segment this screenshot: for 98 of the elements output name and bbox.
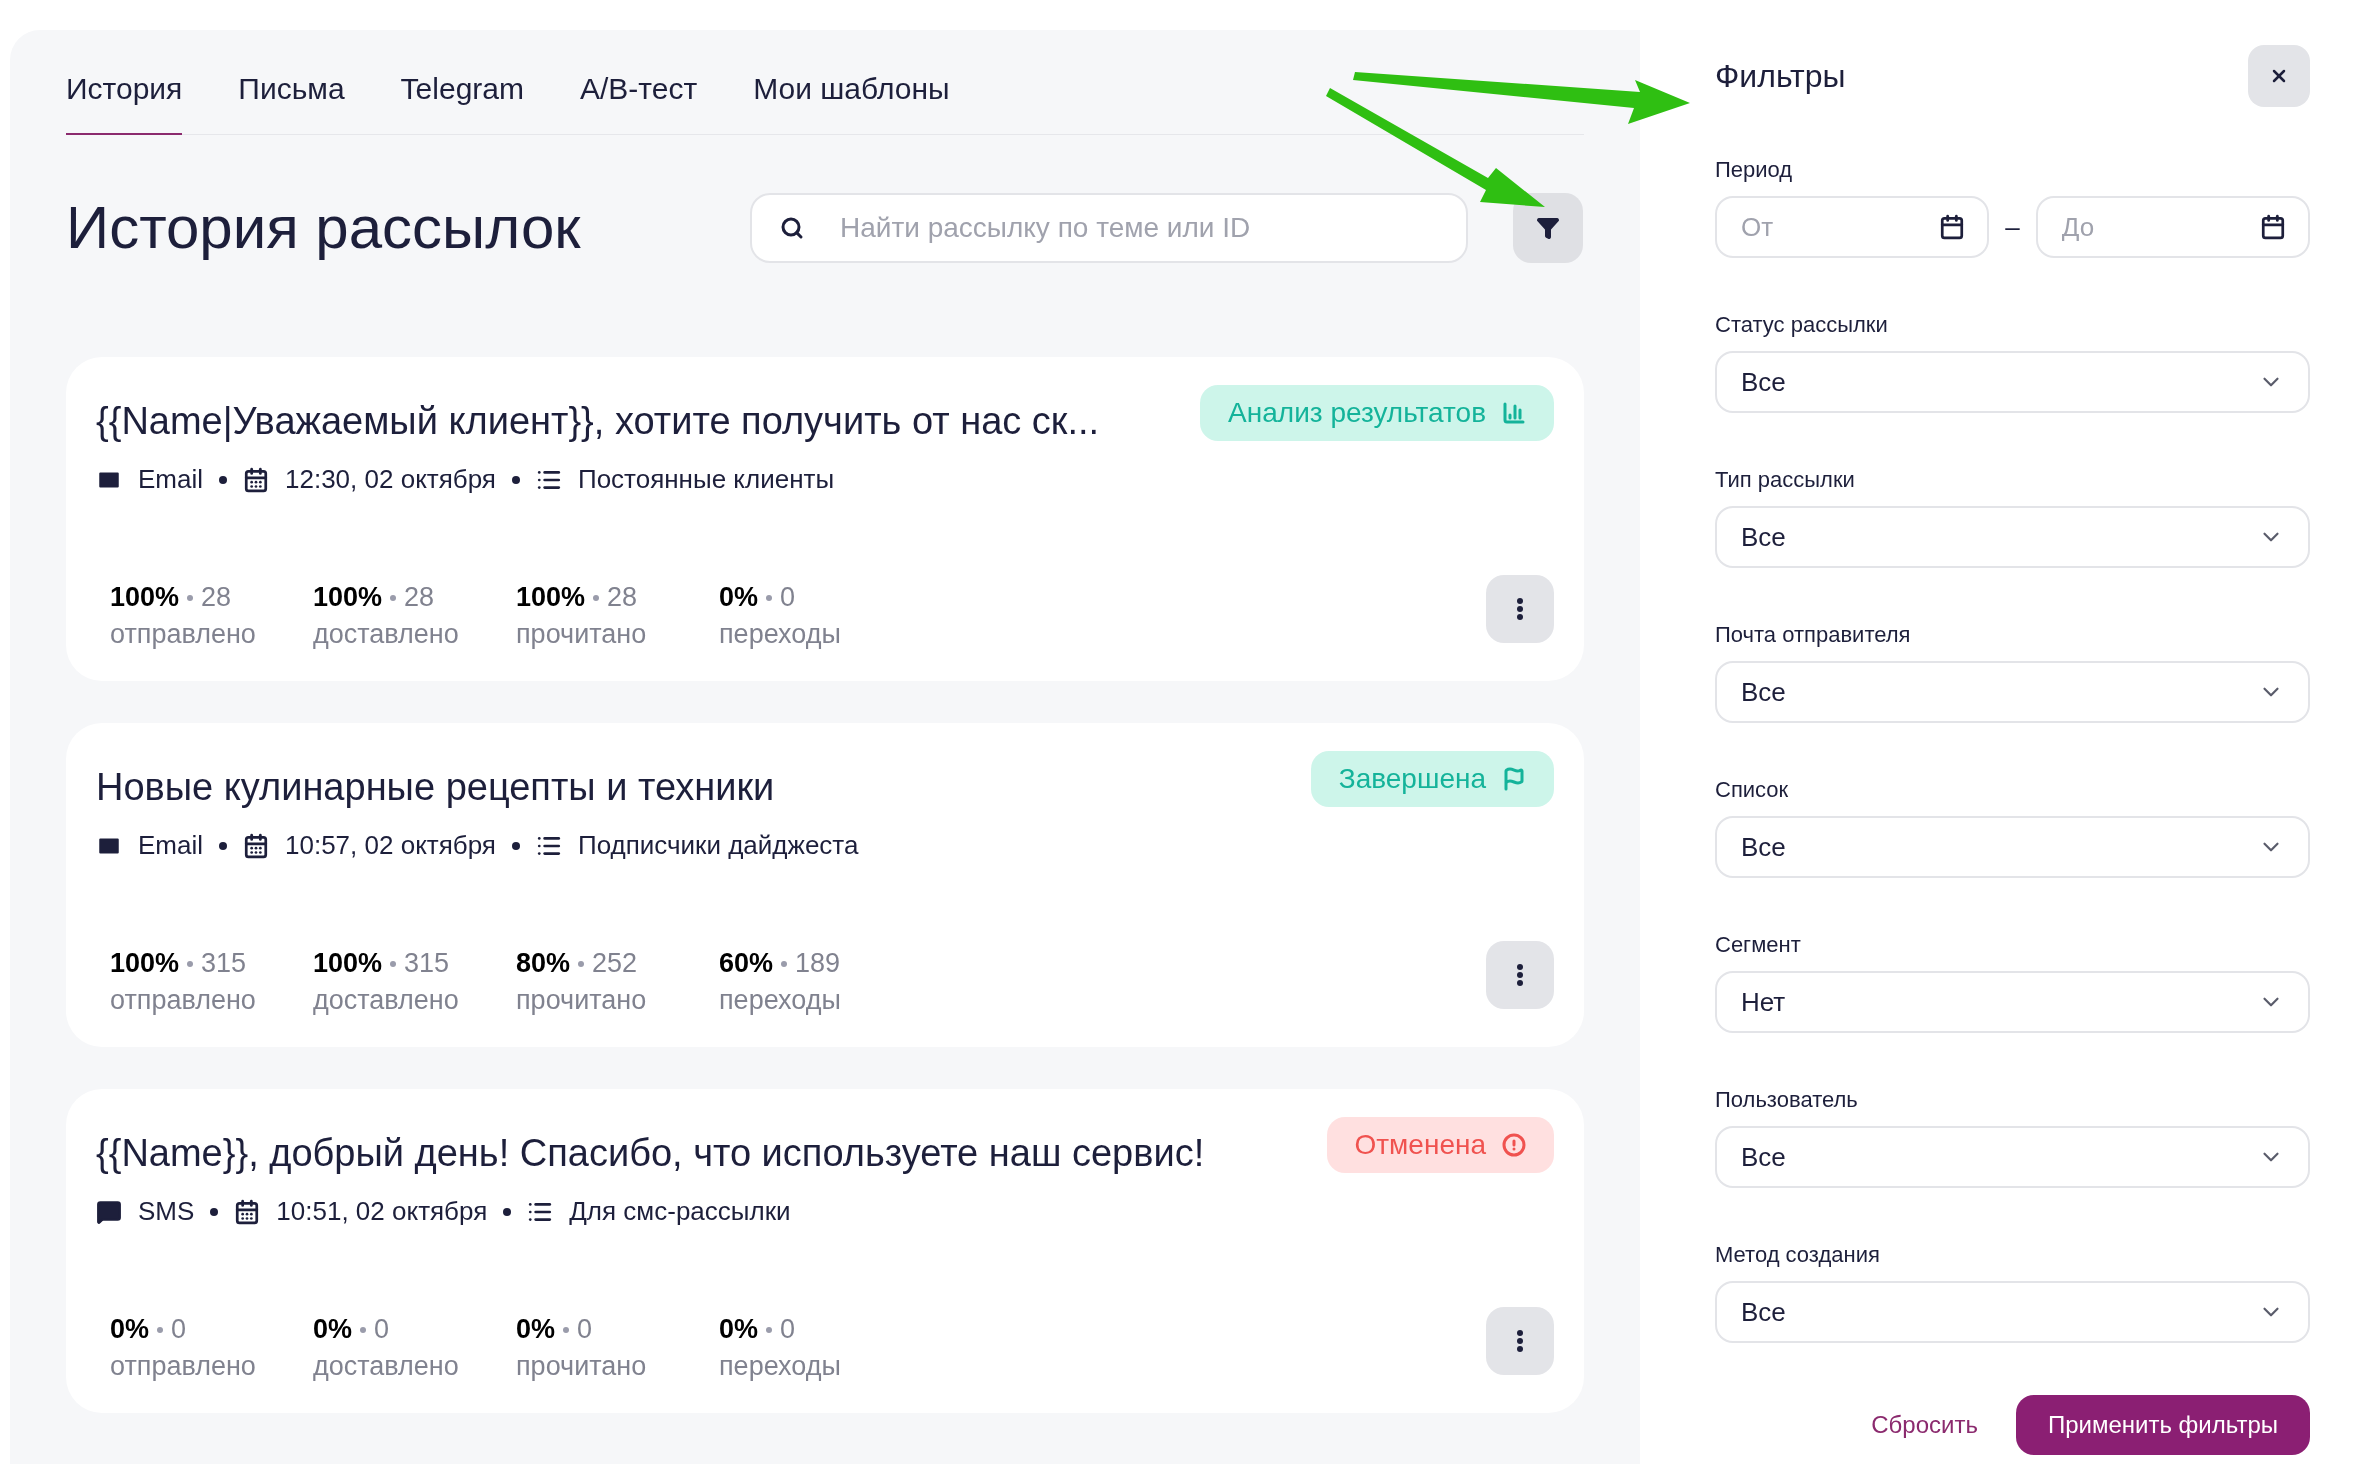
stat-label: доставлено <box>313 618 460 651</box>
field-label: Список <box>1715 776 1790 804</box>
tab[interactable]: Письма <box>238 66 345 135</box>
stat-count: 189 <box>795 947 841 980</box>
more-button[interactable] <box>1486 1307 1554 1375</box>
stat-count: 0 <box>577 1313 593 1346</box>
apply-button[interactable]: Применить фильтры <box>2015 1395 2310 1455</box>
status-badge: Отменена <box>1326 1117 1554 1173</box>
stat-count: 0 <box>780 1313 796 1346</box>
field-label: Статус рассылки <box>1715 311 1889 339</box>
calendar-icon <box>234 1198 261 1225</box>
status-badge: Анализ результатов <box>1200 385 1554 441</box>
stat-percent: 100% <box>516 581 586 614</box>
more-icon <box>1517 598 1523 620</box>
more-button[interactable] <box>1486 575 1554 643</box>
stat-label: прочитано <box>516 984 648 1017</box>
select-field[interactable]: Все <box>1715 506 2310 568</box>
tab[interactable]: Telegram <box>400 66 524 135</box>
chat-icon <box>96 1198 122 1225</box>
page-title: История рассылок <box>66 193 582 263</box>
calendar-icon <box>243 832 269 859</box>
range-separator: – <box>2004 210 2021 244</box>
stat-label: доставлено <box>313 1350 460 1383</box>
select-field[interactable]: Нет <box>1715 971 2310 1033</box>
stat-count: 0 <box>780 581 796 614</box>
tab[interactable]: История <box>66 66 183 135</box>
calendar-icon <box>243 466 269 493</box>
stat-percent: 0% <box>719 581 759 614</box>
stat-percent: 100% <box>313 947 383 980</box>
stat-label: отправлено <box>110 618 257 651</box>
send-date: 10:57, 02 октября <box>285 829 496 862</box>
stat-count: 252 <box>592 947 638 980</box>
stat-count: 28 <box>607 581 638 614</box>
stat-count: 28 <box>404 581 435 614</box>
stat-label: прочитано <box>516 618 648 651</box>
date-field[interactable]: До <box>2035 196 2310 258</box>
tab[interactable]: A/B-тест <box>580 66 698 135</box>
calendar-icon <box>2260 214 2286 240</box>
stat-label: отправлено <box>110 984 257 1017</box>
status-badge: Завершена <box>1310 751 1554 807</box>
stat-label: отправлено <box>110 1350 257 1383</box>
stat-label: переходы <box>719 1350 842 1383</box>
stat-percent: 100% <box>110 947 180 980</box>
field-label: Пользователь <box>1715 1086 1859 1114</box>
field-label: Метод создания <box>1715 1241 1881 1269</box>
search-field[interactable]: Найти рассылку по теме или ID <box>750 193 1468 263</box>
send-date: 10:51, 02 октября <box>276 1195 488 1228</box>
stat-label: переходы <box>719 984 842 1017</box>
stat-percent: 0% <box>719 1313 759 1346</box>
stat-percent: 100% <box>110 581 180 614</box>
channel-label: Email <box>138 463 203 496</box>
stat-count: 0 <box>374 1313 390 1346</box>
calendar-icon <box>1939 214 1966 240</box>
send-date: 12:30, 02 октября <box>285 463 496 496</box>
field-label: Тип рассылки <box>1715 466 1856 494</box>
field-label: Почта отправителя <box>1715 621 1912 649</box>
select-field[interactable]: Все <box>1715 661 2310 723</box>
close-button[interactable] <box>2248 45 2310 107</box>
alert-icon <box>1502 1133 1526 1157</box>
flag-icon <box>1502 767 1526 791</box>
campaign-title[interactable]: {{Name}}, добрый день! Спасибо, что используете наш сервис! <box>96 1125 1205 1182</box>
field-label: Сегмент <box>1715 931 1802 959</box>
panel-title: Фильтры <box>1715 57 1846 96</box>
more-button[interactable] <box>1486 941 1554 1009</box>
stat-percent: 0% <box>313 1313 353 1346</box>
stat-percent: 0% <box>516 1313 556 1346</box>
select-field[interactable]: Все <box>1715 351 2310 413</box>
channel-label: SMS <box>138 1195 195 1228</box>
stat-percent: 0% <box>110 1313 150 1346</box>
date-field[interactable]: От <box>1715 196 1990 258</box>
stat-label: доставлено <box>313 984 460 1017</box>
filter-icon <box>1536 216 1560 240</box>
stat-label: прочитано <box>516 1350 648 1383</box>
stat-percent: 60% <box>719 947 774 980</box>
select-field[interactable]: Все <box>1715 1281 2310 1343</box>
list-name: Постоянные клиенты <box>577 463 835 496</box>
more-icon <box>1517 1330 1523 1352</box>
campaign-title[interactable]: {{Name|Уважаемый клиент}}, хотите получить от нас ск... <box>96 393 1100 450</box>
reset-button[interactable]: Сбросить <box>1871 1407 1978 1443</box>
stat-count: 0 <box>171 1313 187 1346</box>
stat-percent: 80% <box>516 947 571 980</box>
list-name: Подписчики дайджеста <box>577 829 859 862</box>
list-name: Для смс-рассылки <box>569 1195 791 1228</box>
stat-count: 315 <box>404 947 450 980</box>
stat-percent: 100% <box>313 581 383 614</box>
filter-button[interactable] <box>1513 193 1583 263</box>
stat-count: 315 <box>201 947 247 980</box>
select-field[interactable]: Все <box>1715 1126 2310 1188</box>
select-field[interactable]: Все <box>1715 816 2310 878</box>
stat-count: 28 <box>201 581 232 614</box>
campaign-title[interactable]: Новые кулинарные рецепты и техники <box>96 759 775 816</box>
search-icon <box>780 216 804 240</box>
field-label: Период <box>1715 156 1794 184</box>
channel-label: Email <box>138 829 203 862</box>
bar-chart-icon <box>1502 401 1526 425</box>
more-icon <box>1517 964 1523 986</box>
stat-label: переходы <box>719 618 842 651</box>
tab[interactable]: Мои шаблоны <box>753 66 950 135</box>
